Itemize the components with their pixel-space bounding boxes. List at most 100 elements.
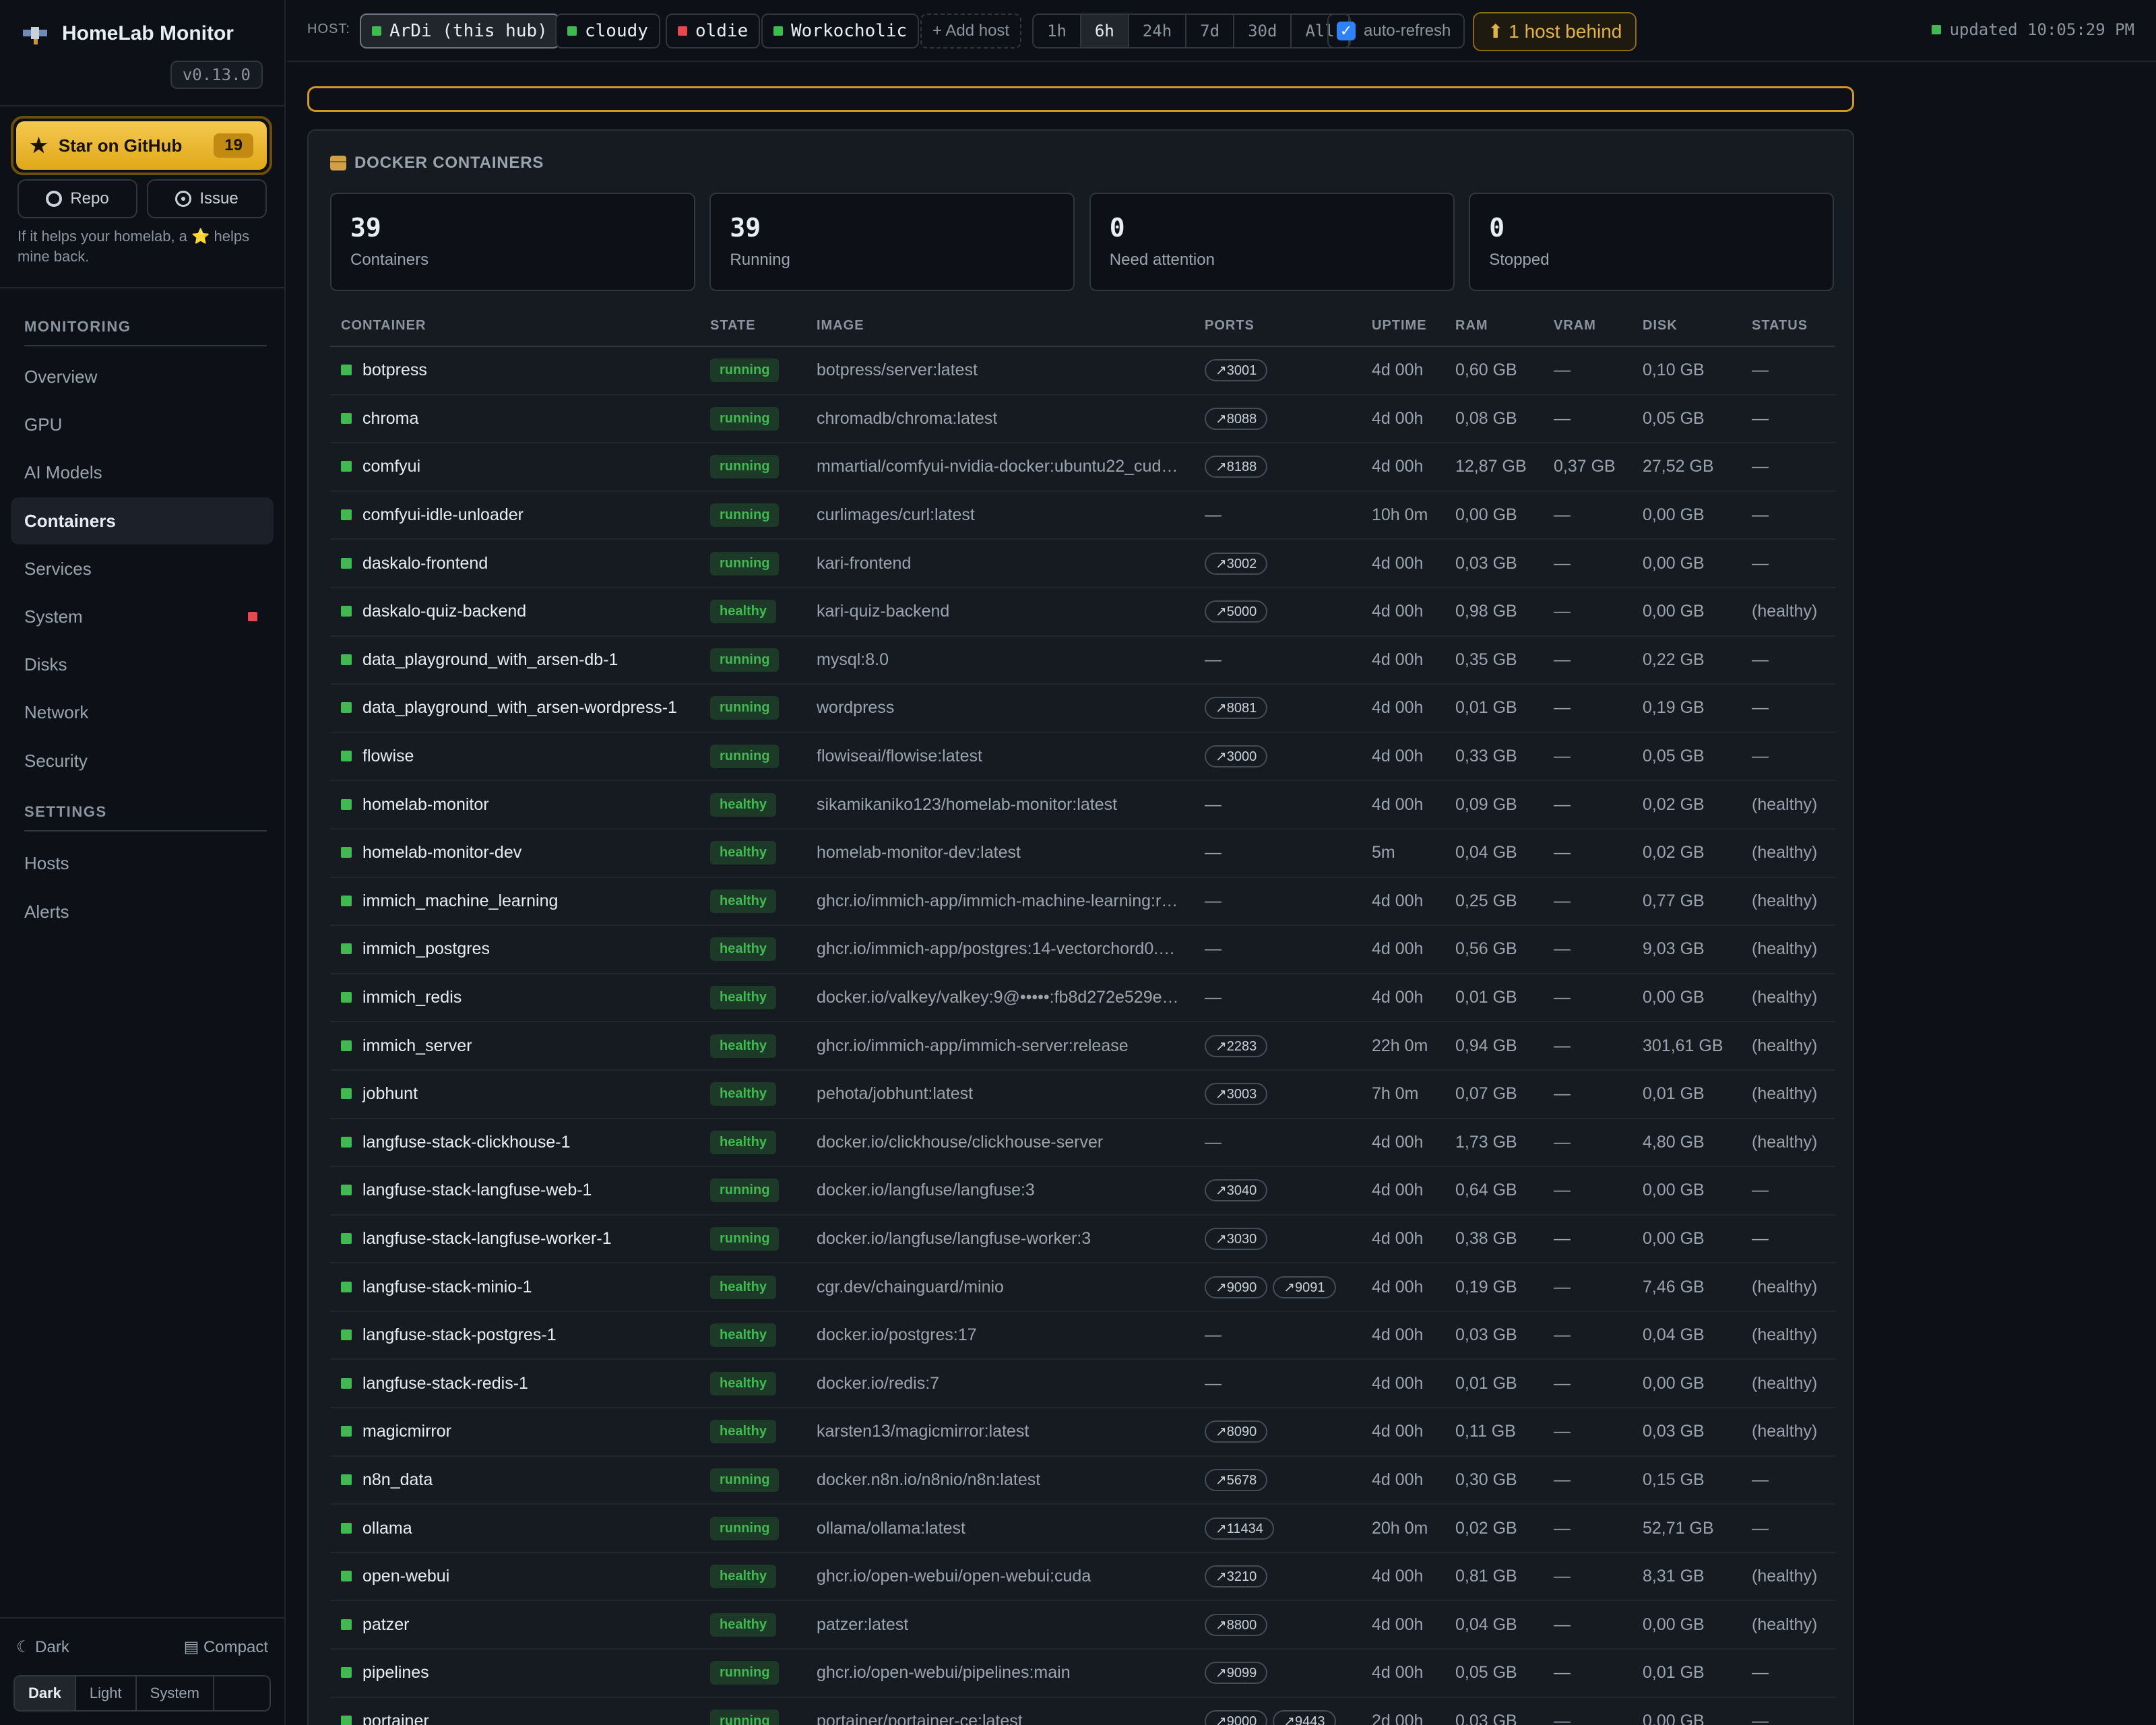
table-row[interactable]: flowise running flowiseai/flowise:latest ↗3…: [330, 732, 1835, 782]
sidebar-item-disks[interactable]: Disks: [11, 641, 274, 688]
range-7d[interactable]: 7d: [1186, 15, 1235, 47]
table-row[interactable]: immich_server healthy ghcr.io/immich-app/i…: [330, 1022, 1835, 1071]
auto-refresh-toggle[interactable]: ✓ auto-refresh: [1327, 13, 1465, 49]
port-link[interactable]: ↗9443: [1273, 1710, 1336, 1725]
sidebar-item-gpu[interactable]: GPU: [11, 401, 274, 448]
container-name-cell[interactable]: langfuse-stack-clickhouse-1: [330, 1118, 699, 1168]
container-name-cell[interactable]: data_playground_with_arsen-wordpress-1: [330, 684, 699, 733]
table-row[interactable]: langfuse-stack-postgres-1 healthy docker.i…: [330, 1311, 1835, 1360]
hosts-behind-button[interactable]: ⬆ 1 host behind: [1473, 12, 1637, 51]
port-link[interactable]: ↗8090: [1205, 1420, 1268, 1443]
column-header-vram[interactable]: VRAM: [1543, 306, 1632, 347]
container-name-cell[interactable]: chroma: [330, 394, 699, 444]
column-header-ram[interactable]: RAM: [1445, 306, 1543, 347]
table-row[interactable]: langfuse-stack-langfuse-web-1 running dock…: [330, 1166, 1835, 1216]
sidebar-item-overview[interactable]: Overview: [11, 353, 274, 400]
table-row[interactable]: langfuse-stack-minio-1 healthy cgr.dev/cha…: [330, 1263, 1835, 1312]
container-name-cell[interactable]: langfuse-stack-langfuse-worker-1: [330, 1214, 699, 1264]
container-name-cell[interactable]: homelab-monitor-dev: [330, 828, 699, 878]
checkbox-checked-icon[interactable]: ✓: [1337, 22, 1356, 40]
add-host-button[interactable]: + Add host: [920, 13, 1022, 49]
sidebar-item-security[interactable]: Security: [11, 737, 274, 784]
column-header-uptime[interactable]: UPTIME: [1361, 306, 1445, 347]
sidebar-item-ai-models[interactable]: AI Models: [11, 449, 274, 496]
table-row[interactable]: comfyui running mmartial/comfyui-nvidia-do…: [330, 443, 1835, 492]
port-link[interactable]: ↗3003: [1205, 1083, 1268, 1106]
table-row[interactable]: chroma running chromadb/chroma:latest ↗8088…: [330, 394, 1835, 444]
container-name-cell[interactable]: jobhunt: [330, 1069, 699, 1119]
container-name-cell[interactable]: pipelines: [330, 1649, 699, 1698]
container-name-cell[interactable]: n8n_data: [330, 1455, 699, 1505]
table-row[interactable]: data_playground_with_arsen-wordpress-1 ru…: [330, 684, 1835, 733]
table-row[interactable]: portainer running portainer/portainer-ce:l…: [330, 1697, 1835, 1725]
host-chip-cloudy[interactable]: cloudy: [555, 13, 660, 49]
port-link[interactable]: ↗3210: [1205, 1565, 1268, 1588]
column-header-disk[interactable]: DISK: [1632, 306, 1741, 347]
table-row[interactable]: n8n_data running docker.n8n.io/n8nio/n8n:l…: [330, 1455, 1835, 1505]
port-link[interactable]: ↗3001: [1205, 359, 1268, 382]
port-link[interactable]: ↗8081: [1205, 697, 1268, 720]
port-link[interactable]: ↗9090: [1205, 1276, 1268, 1298]
theme-option-light[interactable]: Light: [76, 1676, 137, 1710]
container-name-cell[interactable]: immich_machine_learning: [330, 877, 699, 927]
container-name-cell[interactable]: langfuse-stack-langfuse-web-1: [330, 1166, 699, 1216]
container-name-cell[interactable]: portainer: [330, 1697, 699, 1725]
port-link[interactable]: ↗3002: [1205, 552, 1268, 575]
table-row[interactable]: patzer healthy patzer:latest ↗8800 4d 00h 0,0…: [330, 1600, 1835, 1650]
port-link[interactable]: ↗9091: [1273, 1276, 1336, 1298]
host-chip-oldie[interactable]: oldie: [666, 13, 761, 49]
theme-option-system[interactable]: System: [137, 1676, 214, 1710]
sidebar-item-services[interactable]: Services: [11, 545, 274, 592]
container-name-cell[interactable]: homelab-monitor: [330, 780, 699, 829]
container-name-cell[interactable]: langfuse-stack-postgres-1: [330, 1311, 699, 1360]
range-30d[interactable]: 30d: [1234, 15, 1292, 47]
port-link[interactable]: ↗8800: [1205, 1613, 1268, 1636]
column-header-ports[interactable]: PORTS: [1194, 306, 1361, 347]
port-link[interactable]: ↗11434: [1205, 1517, 1274, 1540]
table-row[interactable]: magicmirror healthy karsten13/magicmirror:…: [330, 1408, 1835, 1457]
port-link[interactable]: ↗9099: [1205, 1662, 1268, 1685]
port-link[interactable]: ↗5000: [1205, 600, 1268, 623]
port-link[interactable]: ↗3030: [1205, 1227, 1268, 1250]
table-row[interactable]: comfyui-idle-unloader running curlimages/c…: [330, 491, 1835, 540]
column-header-container[interactable]: CONTAINER: [330, 306, 699, 347]
star-on-github-button[interactable]: ★ Star on GitHub 19: [11, 116, 272, 175]
range-24h[interactable]: 24h: [1129, 15, 1187, 47]
container-name-cell[interactable]: immich_redis: [330, 973, 699, 1023]
compact-toggle[interactable]: ▤ Compact: [184, 1637, 268, 1657]
port-link[interactable]: ↗8088: [1205, 407, 1268, 430]
container-name-cell[interactable]: immich_server: [330, 1022, 699, 1071]
repo-button[interactable]: Repo: [18, 179, 137, 218]
port-link[interactable]: ↗8188: [1205, 456, 1268, 478]
table-row[interactable]: jobhunt healthy pehota/jobhunt:latest ↗3003…: [330, 1069, 1835, 1119]
table-row[interactable]: immich_redis healthy docker.io/valkey/valk…: [330, 973, 1835, 1023]
container-name-cell[interactable]: data_playground_with_arsen-db-1: [330, 635, 699, 685]
theme-toggle[interactable]: ☾ Dark: [16, 1637, 69, 1657]
container-name-cell[interactable]: langfuse-stack-minio-1: [330, 1263, 699, 1312]
table-row[interactable]: daskalo-quiz-backend healthy kari-quiz-bac…: [330, 587, 1835, 637]
container-name-cell[interactable]: botpress: [330, 346, 699, 396]
container-name-cell[interactable]: magicmirror: [330, 1408, 699, 1457]
table-row[interactable]: langfuse-stack-redis-1 healthy docker.io/r…: [330, 1359, 1835, 1409]
container-name-cell[interactable]: open-webui: [330, 1552, 699, 1602]
brand[interactable]: HomeLab Monitor: [22, 22, 234, 46]
column-header-status[interactable]: STATUS: [1741, 306, 1835, 347]
table-row[interactable]: homelab-monitor-dev healthy homelab-monito…: [330, 828, 1835, 878]
container-name-cell[interactable]: flowise: [330, 732, 699, 782]
table-row[interactable]: open-webui healthy ghcr.io/open-webui/open…: [330, 1552, 1835, 1602]
sidebar-item-network[interactable]: Network: [11, 689, 274, 736]
container-name-cell[interactable]: comfyui-idle-unloader: [330, 491, 699, 540]
range-6h[interactable]: 6h: [1081, 15, 1129, 47]
table-row[interactable]: daskalo-frontend running kari-frontend ↗300…: [330, 539, 1835, 588]
host-chip-workocholic[interactable]: Workocholic: [761, 13, 920, 49]
theme-option-dark[interactable]: Dark: [15, 1676, 76, 1710]
table-row[interactable]: immich_postgres healthy ghcr.io/immich-app…: [330, 925, 1835, 974]
column-header-state[interactable]: STATE: [699, 306, 806, 347]
table-row[interactable]: pipelines running ghcr.io/open-webui/pipel…: [330, 1649, 1835, 1698]
table-row[interactable]: botpress running botpress/server:latest ↗30…: [330, 346, 1835, 396]
sidebar-item-containers[interactable]: Containers: [11, 497, 274, 544]
table-row[interactable]: ollama running ollama/ollama:latest ↗11434 2…: [330, 1504, 1835, 1553]
range-1h[interactable]: 1h: [1034, 15, 1081, 47]
container-name-cell[interactable]: langfuse-stack-redis-1: [330, 1359, 699, 1409]
container-name-cell[interactable]: ollama: [330, 1504, 699, 1553]
